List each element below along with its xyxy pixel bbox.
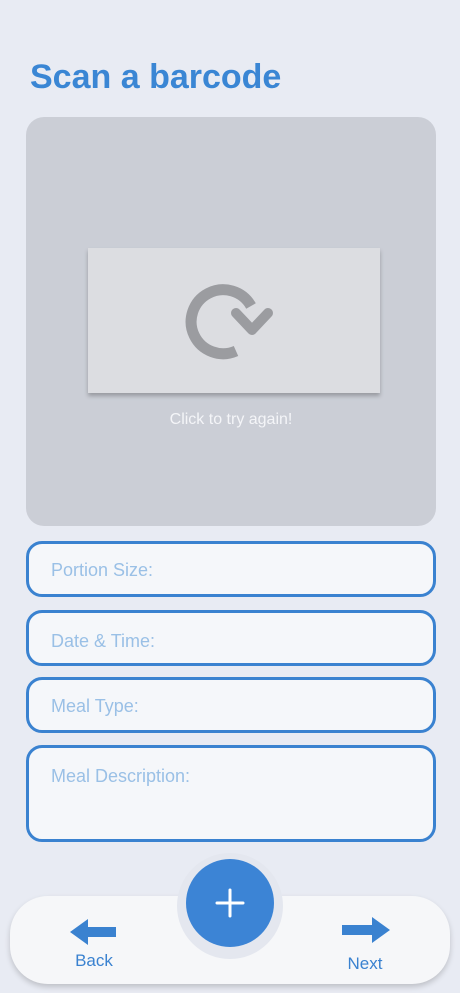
- meal-description-placeholder: Meal Description:: [51, 766, 191, 786]
- portion-size-field[interactable]: Portion Size:: [26, 541, 436, 597]
- back-button[interactable]: Back: [64, 914, 124, 974]
- date-time-placeholder: Date & Time:: [51, 631, 156, 651]
- portion-size-placeholder: Portion Size:: [51, 560, 154, 580]
- next-button[interactable]: Next: [334, 914, 396, 976]
- date-time-field[interactable]: Date & Time:: [26, 610, 436, 666]
- next-label: Next: [347, 954, 383, 973]
- back-label: Back: [75, 951, 113, 970]
- arrow-left-icon: [70, 919, 116, 945]
- plus-icon: [215, 888, 245, 918]
- meal-type-field[interactable]: Meal Type:: [26, 677, 436, 733]
- meal-description-field[interactable]: Meal Description:: [26, 745, 436, 842]
- page-title: Scan a barcode: [30, 58, 282, 96]
- retry-label: Click to try again!: [169, 411, 293, 428]
- arrow-right-icon: [342, 917, 390, 943]
- retry-scan-button[interactable]: [88, 248, 380, 393]
- refresh-icon: [185, 284, 273, 360]
- meal-type-placeholder: Meal Type:: [51, 696, 139, 716]
- add-button[interactable]: [186, 859, 274, 947]
- barcode-scanner-area: Click to try again!: [26, 117, 436, 526]
